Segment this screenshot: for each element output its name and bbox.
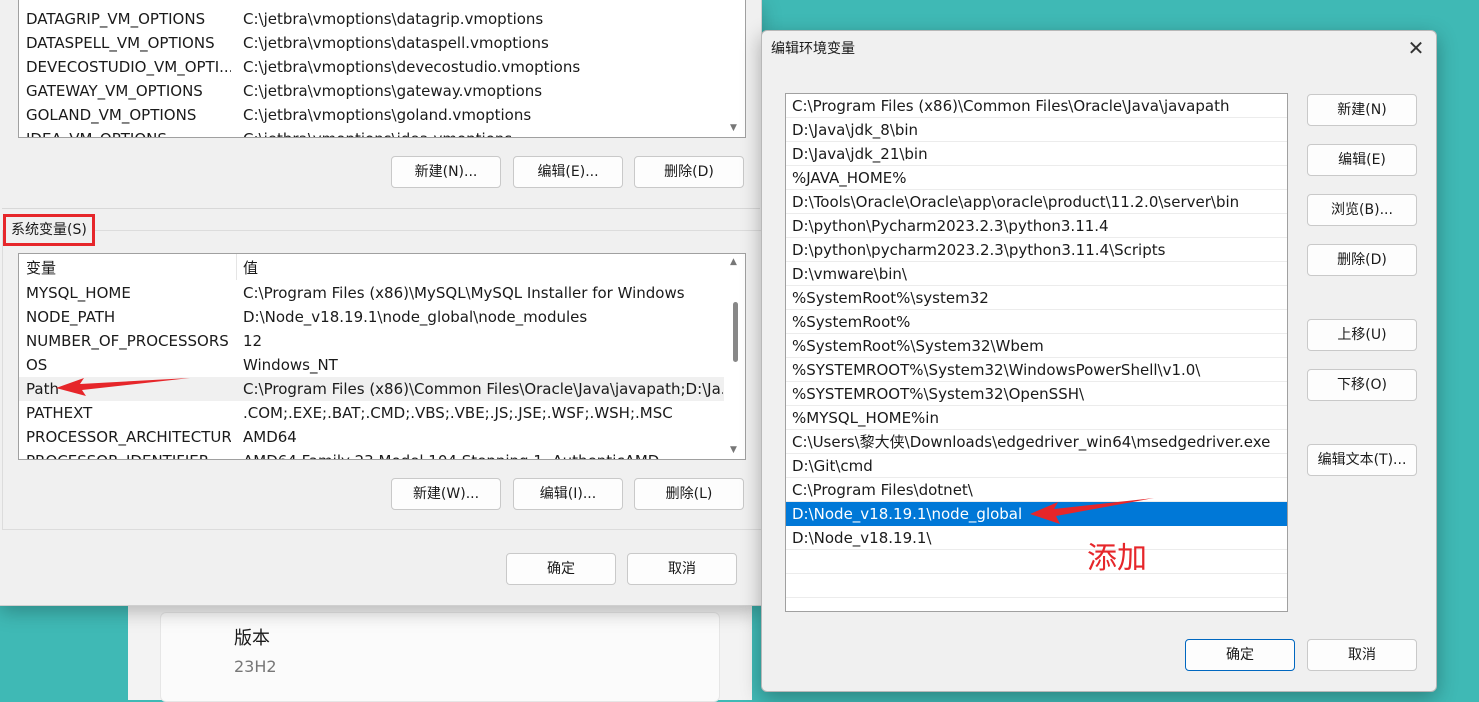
browse-button[interactable]: 浏览(B)... xyxy=(1307,194,1417,226)
list-item[interactable]: D:\Node_v18.19.1\ xyxy=(786,526,1287,550)
cancel-button[interactable]: 取消 xyxy=(1307,639,1417,671)
scroll-up-icon[interactable]: ▲ xyxy=(730,257,737,267)
vertical-scrollbar[interactable]: ▲ ▼ xyxy=(725,254,745,459)
version-label: 版本 xyxy=(234,628,270,649)
list-item[interactable]: D:\Java\jdk_21\bin xyxy=(786,142,1287,166)
ok-button[interactable]: 确定 xyxy=(1185,639,1295,671)
edit-text-button[interactable]: 编辑文本(T)... xyxy=(1307,444,1417,476)
delete-path-button[interactable]: 删除(D) xyxy=(1307,244,1417,276)
cancel-button[interactable]: 取消 xyxy=(627,553,737,585)
annotation-text: 添加 xyxy=(1087,541,1147,576)
list-item[interactable]: D:\Java\jdk_8\bin xyxy=(786,118,1287,142)
close-icon[interactable]: ✕ xyxy=(1404,36,1428,60)
column-header-variable[interactable]: 变量 xyxy=(26,256,231,280)
move-up-button[interactable]: 上移(U) xyxy=(1307,319,1417,351)
list-item-empty[interactable] xyxy=(786,574,1287,598)
list-item[interactable]: %SYSTEMROOT%\System32\WindowsPowerShell\… xyxy=(786,358,1287,382)
system-variables-group-label: 系统变量(S) xyxy=(3,214,95,246)
list-item[interactable]: %SYSTEMROOT%\System32\OpenSSH\ xyxy=(786,382,1287,406)
list-item-empty[interactable] xyxy=(786,550,1287,574)
new-path-button[interactable]: 新建(N) xyxy=(1307,94,1417,126)
edit-path-button[interactable]: 编辑(E) xyxy=(1307,144,1417,176)
system-delete-button[interactable]: 删除(L) xyxy=(634,478,744,510)
version-value: 23H2 xyxy=(234,657,277,676)
scrollbar-thumb[interactable] xyxy=(733,302,738,362)
list-item[interactable]: C:\Users\黎大侠\Downloads\edgedriver_win64\… xyxy=(786,430,1287,454)
list-item[interactable]: %SystemRoot%\System32\Wbem xyxy=(786,334,1287,358)
system-edit-button[interactable]: 编辑(I)... xyxy=(513,478,623,510)
user-edit-button[interactable]: 编辑(E)... xyxy=(513,156,623,188)
list-header: 变量 值 xyxy=(19,256,724,280)
user-new-button[interactable]: 新建(N)... xyxy=(391,156,501,188)
vertical-scrollbar[interactable]: ▼ xyxy=(725,0,745,137)
annotation-arrow-left-icon xyxy=(1030,498,1154,524)
scroll-down-icon[interactable]: ▼ xyxy=(730,123,737,133)
move-down-button[interactable]: 下移(O) xyxy=(1307,369,1417,401)
user-delete-button[interactable]: 删除(D) xyxy=(634,156,744,188)
dialog-title: 编辑环境变量 xyxy=(771,41,855,57)
annotation-arrow-left-icon xyxy=(56,378,190,396)
scroll-down-icon[interactable]: ▼ xyxy=(730,445,737,455)
list-item[interactable]: D:\python\Pycharm2023.2.3\python3.11.4 xyxy=(786,214,1287,238)
path-list[interactable]: C:\Program Files (x86)\Common Files\Orac… xyxy=(785,93,1288,612)
list-item[interactable]: %MYSQL_HOME%in xyxy=(786,406,1287,430)
column-header-value[interactable]: 值 xyxy=(243,256,723,280)
list-item[interactable]: D:\vmware\bin\ xyxy=(786,262,1287,286)
list-item[interactable]: %SystemRoot%\system32 xyxy=(786,286,1287,310)
ok-button[interactable]: 确定 xyxy=(506,553,616,585)
list-item[interactable]: C:\Program Files (x86)\Common Files\Orac… xyxy=(786,94,1287,118)
list-item[interactable]: %SystemRoot% xyxy=(786,310,1287,334)
column-divider[interactable] xyxy=(236,254,237,280)
system-new-button[interactable]: 新建(W)... xyxy=(391,478,501,510)
list-item[interactable]: D:\Tools\Oracle\Oracle\app\oracle\produc… xyxy=(786,190,1287,214)
user-variables-list[interactable]: DATAGRIP_VM_OPTIONS C:\jetbra\vmoptions\d… xyxy=(18,0,746,138)
divider xyxy=(2,208,760,209)
list-item[interactable]: %JAVA_HOME% xyxy=(786,166,1287,190)
list-item[interactable]: D:\Git\cmd xyxy=(786,454,1287,478)
list-item[interactable]: D:\python\pycharm2023.2.3\python3.11.4\S… xyxy=(786,238,1287,262)
system-variables-list[interactable]: 变量 值 MYSQL_HOME C:\Program Files (x86)\My… xyxy=(18,253,746,460)
